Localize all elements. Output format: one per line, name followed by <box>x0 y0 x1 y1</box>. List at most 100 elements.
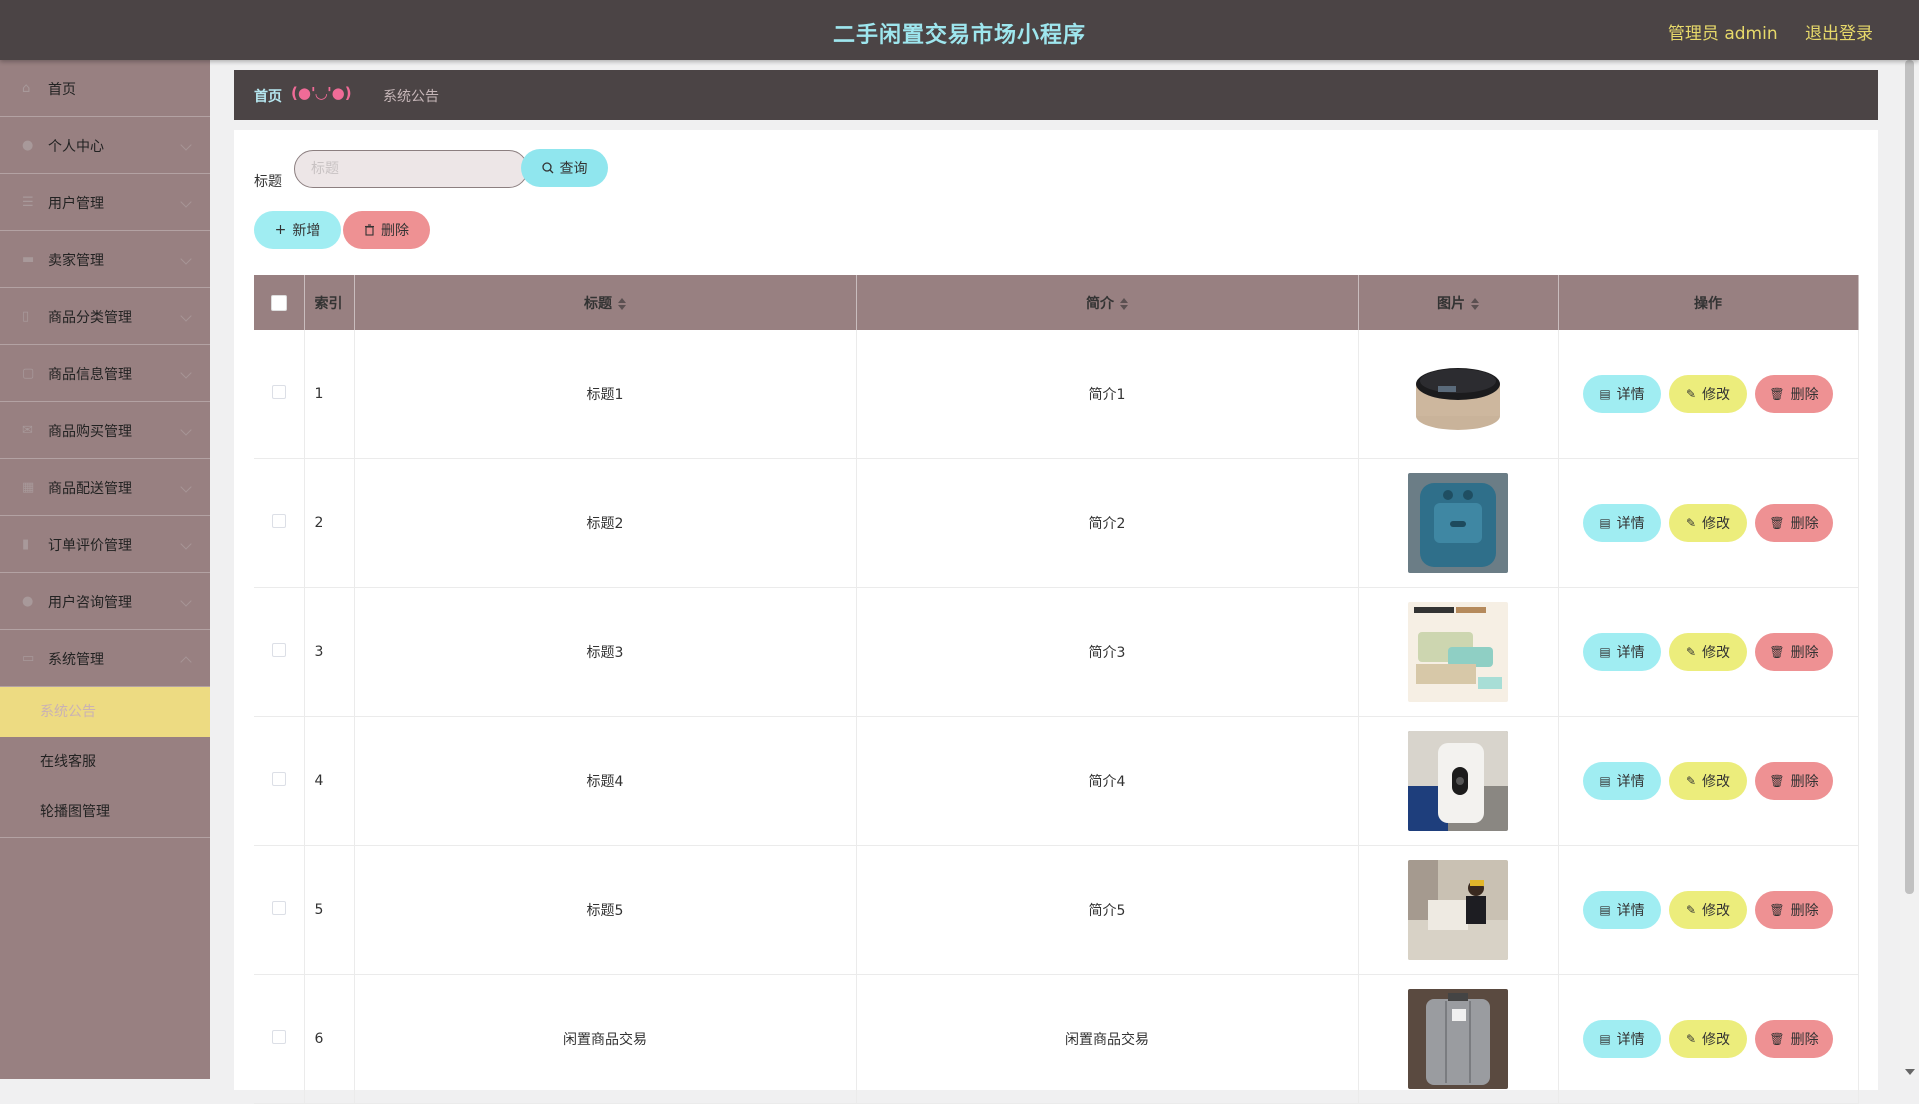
pencil-icon: ✎ <box>1685 1032 1697 1046</box>
row-checkbox[interactable] <box>271 1030 286 1044</box>
document-icon: ▤ <box>1599 645 1611 659</box>
plus-icon: + <box>274 222 287 238</box>
scroll-down-arrow-icon[interactable] <box>1905 1069 1915 1075</box>
table-row: 6 闲置商品交易 闲置商品交易 ▤ 详情 ✎ 修改 🗑 删除 <box>254 974 1859 1104</box>
document-icon: ▤ <box>1599 903 1611 917</box>
select-all-checkbox[interactable] <box>270 294 287 311</box>
logout-link[interactable]: 退出登录 <box>1805 24 1873 44</box>
delete-button-label: 删除 <box>1790 516 1819 532</box>
row-intro: 闲置商品交易 <box>856 974 1359 1104</box>
announcements-table: 索引 标题 简介 图片 操作 1 标题1 简介1 ▤ 详情 ✎ 修改 🗑 删除 2 标题2 简介2 ▤ 详… <box>254 275 1859 1104</box>
pencil-icon: ✎ <box>1685 774 1697 788</box>
product-image <box>1360 473 1557 573</box>
row-checkbox[interactable] <box>271 901 286 915</box>
scrollbar-thumb[interactable] <box>1905 60 1914 894</box>
row-checkbox[interactable] <box>271 385 286 399</box>
sidebar-item-reviews[interactable]: ▮ 订单评价管理 <box>0 516 210 573</box>
admin-user-link[interactable]: 管理员 admin <box>1668 24 1778 44</box>
delete-button-label: 删除 <box>1790 903 1819 919</box>
search-input[interactable] <box>294 150 528 188</box>
table-row: 2 标题2 简介2 ▤ 详情 ✎ 修改 🗑 删除 <box>254 458 1859 588</box>
sidebar-subitem-carousel[interactable]: 轮播图管理 <box>0 787 210 837</box>
chevron-down-icon <box>180 253 192 265</box>
sidebar: ⌂ 首页 ● 个人中心 ☰ 用户管理 ▬ 卖家管理 ▯ 商品分类管理 ▢ 商品信… <box>0 60 210 1079</box>
row-intro: 简介1 <box>856 330 1359 459</box>
row-ops: ▤ 详情 ✎ 修改 🗑 删除 <box>1558 587 1859 717</box>
sidebar-item-consult[interactable]: ● 用户咨询管理 <box>0 573 210 630</box>
detail-button[interactable]: ▤ 详情 <box>1583 504 1661 542</box>
add-button[interactable]: + 新增 <box>254 211 341 249</box>
breadcrumb-separator: (●'◡'●) <box>291 84 352 102</box>
pencil-icon: ✎ <box>1685 903 1697 917</box>
bulk-delete-button[interactable]: 删除 <box>343 211 430 249</box>
detail-button[interactable]: ▤ 详情 <box>1583 375 1661 413</box>
row-ops: ▤ 详情 ✎ 修改 🗑 删除 <box>1558 458 1859 588</box>
sidebar-item-users[interactable]: ☰ 用户管理 <box>0 174 210 231</box>
delete-button[interactable]: 🗑 删除 <box>1755 375 1833 413</box>
shop-icon: ▬ <box>22 252 35 267</box>
page-scrollbar[interactable] <box>1900 60 1919 1079</box>
row-title: 标题5 <box>354 845 857 975</box>
row-intro: 简介5 <box>856 845 1359 975</box>
row-checkbox[interactable] <box>271 514 286 528</box>
sort-icon[interactable] <box>1120 297 1128 310</box>
sort-icon[interactable] <box>618 297 626 310</box>
sidebar-item-delivery[interactable]: ▦ 商品配送管理 <box>0 459 210 516</box>
search-label: 标题 <box>254 174 282 190</box>
column-header-image[interactable]: 图片 <box>1358 275 1559 330</box>
query-button-label: 查询 <box>559 161 588 177</box>
breadcrumb: 首页 (●'◡'●) 系统公告 <box>234 70 1878 120</box>
breadcrumb-current: 系统公告 <box>383 89 439 105</box>
row-ops: ▤ 详情 ✎ 修改 🗑 删除 <box>1558 716 1859 846</box>
sidebar-item-sellers[interactable]: ▬ 卖家管理 <box>0 231 210 288</box>
chevron-down-icon <box>180 367 192 379</box>
sidebar-subitem-announcements[interactable]: 系统公告 <box>0 687 210 737</box>
column-header-image-label: 图片 <box>1437 295 1465 312</box>
row-select-cell <box>254 458 305 588</box>
delete-button[interactable]: 🗑 删除 <box>1755 891 1833 929</box>
chevron-up-icon <box>180 656 192 668</box>
query-button[interactable]: 查询 <box>521 149 608 187</box>
column-header-intro[interactable]: 简介 <box>856 275 1359 330</box>
delete-button[interactable]: 🗑 删除 <box>1755 1020 1833 1058</box>
detail-button[interactable]: ▤ 详情 <box>1583 633 1661 671</box>
row-intro: 简介2 <box>856 458 1359 588</box>
column-header-title[interactable]: 标题 <box>354 275 857 330</box>
row-image-cell <box>1358 974 1559 1104</box>
sidebar-item-products[interactable]: ▢ 商品信息管理 <box>0 345 210 402</box>
row-checkbox[interactable] <box>271 643 286 657</box>
row-checkbox[interactable] <box>271 772 286 786</box>
row-image-cell <box>1358 587 1559 717</box>
sidebar-item-categories[interactable]: ▯ 商品分类管理 <box>0 288 210 345</box>
product-image <box>1360 344 1557 444</box>
sidebar-item-label: 卖家管理 <box>48 253 104 269</box>
delete-button[interactable]: 🗑 删除 <box>1755 633 1833 671</box>
edit-button[interactable]: ✎ 修改 <box>1669 633 1747 671</box>
breadcrumb-home-link[interactable]: 首页 <box>254 86 282 106</box>
lock-icon: ▯ <box>22 309 30 324</box>
edit-button[interactable]: ✎ 修改 <box>1669 1020 1747 1058</box>
sidebar-item-system[interactable]: ▭ 系统管理 <box>0 630 210 687</box>
detail-button[interactable]: ▤ 详情 <box>1583 762 1661 800</box>
edit-button[interactable]: ✎ 修改 <box>1669 891 1747 929</box>
bulk-delete-button-label: 删除 <box>381 223 409 239</box>
sidebar-item-profile[interactable]: ● 个人中心 <box>0 117 210 174</box>
main-area: 首页 (●'◡'●) 系统公告 标题 查询 + 新增 删除 索引 <box>210 60 1900 1104</box>
sidebar-item-purchases[interactable]: ✉ 商品购买管理 <box>0 402 210 459</box>
detail-button[interactable]: ▤ 详情 <box>1583 1020 1661 1058</box>
pencil-icon: ✎ <box>1685 387 1697 401</box>
detail-button[interactable]: ▤ 详情 <box>1583 891 1661 929</box>
home-icon: ⌂ <box>22 81 31 96</box>
header-user-area: 管理员 admin 退出登录 <box>1646 19 1873 44</box>
sidebar-item-home[interactable]: ⌂ 首页 <box>0 60 210 117</box>
select-all-cell <box>254 275 305 330</box>
delete-button[interactable]: 🗑 删除 <box>1755 504 1833 542</box>
edit-button[interactable]: ✎ 修改 <box>1669 762 1747 800</box>
sidebar-subitem-customer-service[interactable]: 在线客服 <box>0 737 210 787</box>
row-index: 2 <box>304 458 355 588</box>
sort-icon[interactable] <box>1471 297 1479 310</box>
delete-button[interactable]: 🗑 删除 <box>1755 762 1833 800</box>
edit-button[interactable]: ✎ 修改 <box>1669 504 1747 542</box>
row-select-cell <box>254 587 305 717</box>
edit-button[interactable]: ✎ 修改 <box>1669 375 1747 413</box>
